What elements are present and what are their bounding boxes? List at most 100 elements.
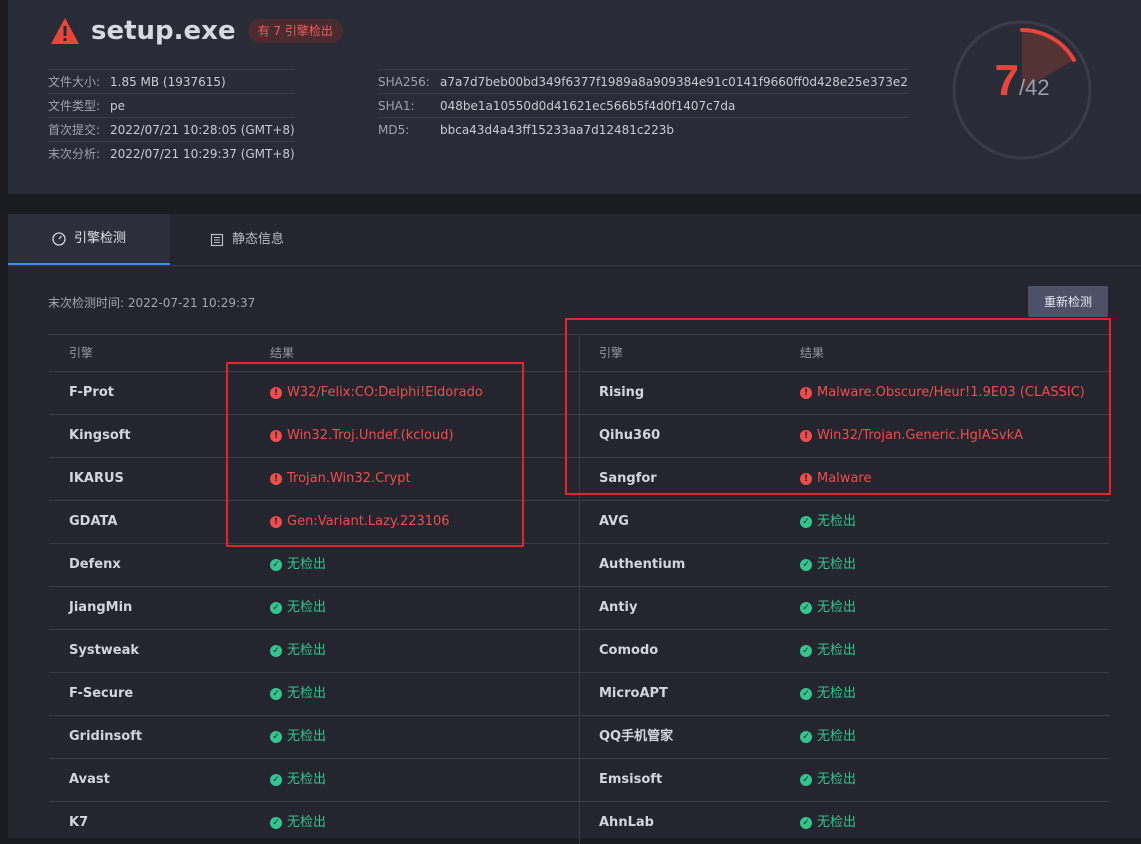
- check-icon: ✓: [270, 559, 282, 571]
- document-icon: [210, 233, 224, 246]
- header-result: 结果: [270, 346, 295, 360]
- result-text: 无检出: [287, 557, 327, 572]
- hash-sha1: SHA1: 048be1a10550d0d41621ec566b5f4d0f140…: [378, 93, 908, 117]
- table-row: Antiy ✓ 无检出: [579, 586, 1109, 629]
- detection-result: ! W32/Felix:CO:Delphi!Eldorado: [270, 372, 483, 414]
- engine-name: Antiy: [599, 600, 638, 615]
- engine-name: Comodo: [599, 643, 659, 658]
- detection-result: ! Win32/Trojan.Generic.HgIASvkA: [800, 415, 1023, 457]
- tab-static-info[interactable]: 静态信息: [210, 214, 284, 265]
- detection-result: ✓ 无检出: [270, 544, 326, 586]
- result-text: 无检出: [817, 557, 857, 572]
- check-icon: ✓: [800, 559, 812, 571]
- table-row: AVG ✓ 无检出: [579, 500, 1109, 543]
- tab-bar: 引擎检测 静态信息: [8, 214, 1141, 266]
- check-icon: ✓: [270, 688, 282, 700]
- engine-name: Systweak: [69, 643, 140, 658]
- table-row: IKARUS! Trojan.Win32.Crypt: [49, 457, 579, 500]
- hash-md5: MD5: bbca43d4a43ff15233aa7d12481c223b: [378, 117, 908, 141]
- alert-icon: !: [270, 387, 282, 399]
- header-result: 结果: [800, 346, 825, 360]
- detection-result: ! Gen:Variant.Lazy.223106: [270, 501, 450, 543]
- meta-last-analysis: 末次分析: 2022/07/21 10:29:37 (GMT+8): [48, 141, 295, 165]
- alert-icon: !: [800, 430, 812, 442]
- result-text: Malware.Obscure/Heur!1.9E03 (CLASSIC): [817, 385, 1085, 400]
- check-icon: ✓: [270, 774, 282, 786]
- table-row: QQ手机管家 ✓ 无检出: [579, 715, 1109, 758]
- table-row: Gridinsoft ✓ 无检出: [49, 715, 579, 758]
- results-column-left: 引擎 结果 F-Prot! W32/Felix:CO:Delphi!Eldorad…: [49, 335, 580, 844]
- engine-name: Sangfor: [599, 471, 657, 486]
- detection-result: ✓ 无检出: [270, 759, 326, 801]
- gauge-label: 7/42: [948, 56, 1096, 106]
- alert-icon: !: [270, 473, 282, 485]
- last-scan-time: 末次检测时间: 2022-07-21 10:29:37: [48, 296, 256, 310]
- table-row: Authentium ✓ 无检出: [579, 543, 1109, 586]
- detection-result: ✓ 无检出: [800, 501, 856, 543]
- detection-result: ✓ 无检出: [800, 759, 856, 801]
- check-icon: ✓: [800, 645, 812, 657]
- table-row: MicroAPT ✓ 无检出: [579, 672, 1109, 715]
- result-text: Malware: [817, 471, 872, 486]
- tab-engine-detection[interactable]: 引擎检测: [8, 214, 170, 265]
- result-text: 无检出: [287, 643, 327, 658]
- engine-name: MicroAPT: [599, 686, 668, 701]
- hash-sha256: SHA256: a7a7d7beb00bd349f6377f1989a8a9093…: [378, 69, 908, 93]
- result-text: 无检出: [817, 686, 857, 701]
- engine-name: GDATA: [69, 514, 118, 529]
- rescan-button[interactable]: 重新检测: [1028, 286, 1108, 317]
- engine-name: F-Prot: [69, 385, 114, 400]
- total-engines: /42: [1018, 75, 1050, 100]
- table-row: GDATA! Gen:Variant.Lazy.223106: [49, 500, 579, 543]
- result-text: Trojan.Win32.Crypt: [287, 471, 411, 486]
- detection-result: ✓ 无检出: [270, 716, 326, 758]
- table-row: Avast ✓ 无检出: [49, 758, 579, 801]
- engine-name: Defenx: [69, 557, 121, 572]
- alert-icon: !: [270, 516, 282, 528]
- title-row: setup.exe 有 7 引擎检出: [50, 16, 343, 46]
- detection-result: ! Malware: [800, 458, 871, 500]
- detection-result: ✓ 无检出: [800, 673, 856, 715]
- result-text: 无检出: [817, 643, 857, 658]
- detection-result: ✓ 无检出: [800, 630, 856, 672]
- table-row: Qihu360! Win32/Trojan.Generic.HgIASvkA: [579, 414, 1109, 457]
- table-row: F-Prot! W32/Felix:CO:Delphi!Eldorado: [49, 371, 579, 414]
- check-icon: ✓: [270, 602, 282, 614]
- result-text: 无检出: [287, 729, 327, 744]
- result-text: W32/Felix:CO:Delphi!Eldorado: [287, 385, 483, 400]
- meta-type: 文件类型: pe: [48, 93, 295, 117]
- result-text: Win32/Trojan.Generic.HgIASvkA: [817, 428, 1024, 443]
- result-text: 无检出: [817, 729, 857, 744]
- detection-result: ! Win32.Troj.Undef.(kcloud): [270, 415, 454, 457]
- meta-size: 文件大小: 1.85 MB (1937615): [48, 69, 295, 93]
- check-icon: ✓: [800, 688, 812, 700]
- detection-gauge: 7/42: [948, 16, 1096, 164]
- engine-results-table: 引擎 结果 F-Prot! W32/Felix:CO:Delphi!Eldorad…: [48, 334, 1110, 844]
- engine-name: Kingsoft: [69, 428, 131, 443]
- engine-name: Rising: [599, 385, 645, 400]
- engine-name: Qihu360: [599, 428, 661, 443]
- engine-name: Gridinsoft: [69, 729, 143, 744]
- gauge-icon: [52, 231, 66, 246]
- header-engine: 引擎: [599, 346, 624, 360]
- result-text: 无检出: [287, 600, 327, 615]
- detection-result: ✓ 无检出: [270, 587, 326, 629]
- result-text: 无检出: [817, 514, 857, 529]
- table-row: Defenx ✓ 无检出: [49, 543, 579, 586]
- engine-name: Avast: [69, 772, 110, 787]
- detection-panel: 引擎检测 静态信息 末次检测时间: 2022-07-21 10:29:37 重新…: [8, 214, 1141, 844]
- alert-icon: !: [800, 387, 812, 399]
- file-summary-card: setup.exe 有 7 引擎检出 文件大小: 1.85 MB (1937615…: [8, 0, 1141, 194]
- result-text: 无检出: [817, 600, 857, 615]
- detection-result: ! Trojan.Win32.Crypt: [270, 458, 411, 500]
- table-row: Comodo ✓ 无检出: [579, 629, 1109, 672]
- result-text: Gen:Variant.Lazy.223106: [287, 514, 450, 529]
- result-text: 无检出: [287, 686, 327, 701]
- alert-icon: !: [270, 430, 282, 442]
- table-row: Kingsoft ! Win32.Troj.Undef.(kcloud): [49, 414, 579, 457]
- table-header: 引擎 结果: [49, 335, 579, 371]
- check-icon: ✓: [270, 645, 282, 657]
- detection-badge: 有 7 引擎检出: [247, 19, 343, 43]
- table-row: Emsisoft ✓ 无检出: [579, 758, 1109, 801]
- alert-icon: !: [800, 473, 812, 485]
